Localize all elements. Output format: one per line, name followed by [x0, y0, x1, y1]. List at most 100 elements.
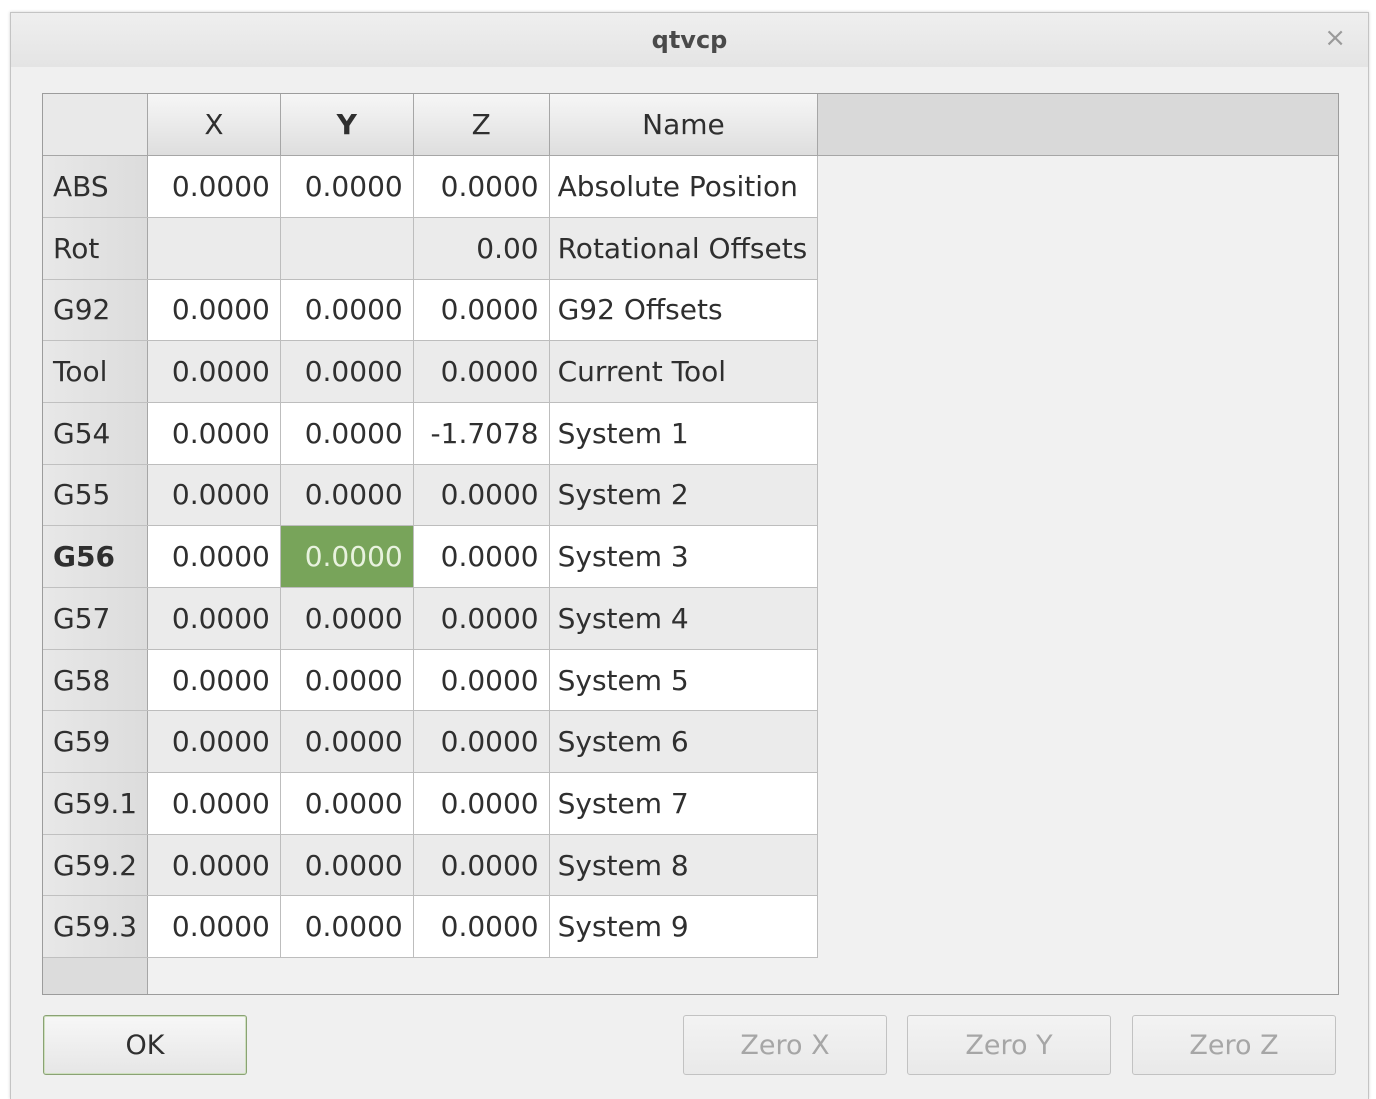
cell-y[interactable]: 0.0000: [280, 772, 414, 835]
cell-x[interactable]: 0.0000: [147, 340, 281, 403]
row-header[interactable]: G59.1: [43, 772, 149, 835]
row-header[interactable]: G55: [43, 464, 149, 527]
column-header-name[interactable]: Name: [549, 94, 819, 157]
cell-y[interactable]: [280, 217, 414, 280]
cell-y[interactable]: 0.0000: [280, 464, 414, 527]
table-row[interactable]: G57 0.0000 0.0000 0.0000 System 4: [43, 587, 1338, 650]
row-filler: [817, 279, 1338, 341]
row-header[interactable]: G58: [43, 649, 149, 712]
table-row[interactable]: G92 0.0000 0.0000 0.0000 G92 Offsets: [43, 279, 1338, 342]
cell-z[interactable]: 0.0000: [413, 525, 550, 588]
header-filler: [817, 94, 1338, 157]
table-row[interactable]: G55 0.0000 0.0000 0.0000 System 2: [43, 464, 1338, 527]
cell-x[interactable]: 0.0000: [147, 772, 281, 835]
cell-z[interactable]: -1.7078: [413, 402, 550, 465]
row-header[interactable]: Tool: [43, 340, 149, 403]
cell-z[interactable]: 0.0000: [413, 834, 550, 897]
row-header[interactable]: G59: [43, 710, 149, 774]
column-header-y[interactable]: Y: [280, 94, 414, 157]
cell-y[interactable]: 0.0000: [280, 340, 414, 403]
cell-x[interactable]: 0.0000: [147, 587, 281, 650]
cell-name[interactable]: System 4: [549, 587, 819, 650]
cell-x[interactable]: [147, 217, 281, 280]
cell-name[interactable]: System 8: [549, 834, 819, 897]
cell-x[interactable]: 0.0000: [147, 834, 281, 897]
row-filler: [817, 340, 1338, 403]
column-header-z[interactable]: Z: [413, 94, 550, 157]
cell-name[interactable]: System 5: [549, 649, 819, 712]
close-icon[interactable]: ×: [1324, 23, 1346, 53]
zero-z-button[interactable]: Zero Z: [1132, 1015, 1336, 1075]
title-bar[interactable]: qtvcp ×: [11, 13, 1368, 67]
cell-name[interactable]: System 6: [549, 710, 819, 774]
cell-y[interactable]: 0.0000: [280, 649, 414, 712]
cell-y[interactable]: 0.0000: [280, 525, 414, 588]
row-header[interactable]: G59.2: [43, 834, 149, 897]
cell-name[interactable]: System 3: [549, 525, 819, 588]
cell-x[interactable]: 0.0000: [147, 402, 281, 465]
cell-y[interactable]: 0.0000: [280, 834, 414, 897]
cell-x[interactable]: 0.0000: [147, 895, 281, 959]
cell-z[interactable]: 0.0000: [413, 649, 550, 712]
cell-name[interactable]: G92 Offsets: [549, 279, 819, 342]
row-header[interactable]: Rot: [43, 217, 149, 280]
window-title: qtvcp: [651, 26, 728, 54]
cell-z[interactable]: 0.0000: [413, 279, 550, 342]
cell-name[interactable]: Current Tool: [549, 340, 819, 403]
row-filler: [817, 402, 1338, 465]
cell-name[interactable]: Rotational Offsets: [549, 217, 819, 280]
cell-name[interactable]: Absolute Position: [549, 155, 819, 218]
table-row[interactable]: G56 0.0000 0.0000 0.0000 System 3: [43, 525, 1338, 588]
cell-name[interactable]: System 2: [549, 464, 819, 527]
cell-z[interactable]: 0.00: [413, 217, 550, 280]
row-header[interactable]: G54: [43, 402, 149, 465]
cell-y[interactable]: 0.0000: [280, 155, 414, 218]
cell-y[interactable]: 0.0000: [280, 710, 414, 774]
row-filler: [817, 464, 1338, 526]
row-header[interactable]: ABS: [43, 155, 149, 218]
table-bottom-spacer: [43, 957, 1338, 994]
cell-y[interactable]: 0.0000: [280, 587, 414, 650]
table-row[interactable]: G59 0.0000 0.0000 0.0000 System 6: [43, 710, 1338, 774]
cell-z[interactable]: 0.0000: [413, 340, 550, 403]
cell-z[interactable]: 0.0000: [413, 710, 550, 774]
cell-x[interactable]: 0.0000: [147, 155, 281, 218]
cell-z[interactable]: 0.0000: [413, 587, 550, 650]
table-row[interactable]: ABS 0.0000 0.0000 0.0000 Absolute Position: [43, 155, 1338, 218]
cell-z[interactable]: 0.0000: [413, 772, 550, 835]
table-row[interactable]: G59.1 0.0000 0.0000 0.0000 System 7: [43, 772, 1338, 835]
cell-z[interactable]: 0.0000: [413, 155, 550, 218]
column-header-x[interactable]: X: [147, 94, 281, 157]
cell-x[interactable]: 0.0000: [147, 710, 281, 774]
table-row[interactable]: Tool 0.0000 0.0000 0.0000 Current Tool: [43, 340, 1338, 403]
row-filler: [817, 834, 1338, 896]
cell-x[interactable]: 0.0000: [147, 649, 281, 712]
row-header[interactable]: G57: [43, 587, 149, 650]
row-header[interactable]: G92: [43, 279, 149, 342]
table-row[interactable]: Rot 0.00 Rotational Offsets: [43, 217, 1338, 280]
corner-header[interactable]: [43, 94, 149, 157]
row-header[interactable]: G56: [43, 525, 149, 588]
cell-y[interactable]: 0.0000: [280, 279, 414, 342]
zero-y-button[interactable]: Zero Y: [907, 1015, 1111, 1075]
table-row[interactable]: G59.3 0.0000 0.0000 0.0000 System 9: [43, 895, 1338, 959]
table-row[interactable]: G58 0.0000 0.0000 0.0000 System 5: [43, 649, 1338, 712]
row-header[interactable]: G59.3: [43, 895, 149, 959]
offsets-table: X Y Z Name ABS 0.0000 0.0000 0.0000 Absolute…: [42, 93, 1339, 995]
zero-x-button[interactable]: Zero X: [683, 1015, 887, 1075]
cell-x[interactable]: 0.0000: [147, 279, 281, 342]
cell-z[interactable]: 0.0000: [413, 895, 550, 959]
table-row[interactable]: G54 0.0000 0.0000 -1.7078 System 1: [43, 402, 1338, 465]
row-filler: [817, 155, 1338, 218]
row-filler: [817, 710, 1338, 773]
ok-button[interactable]: OK: [43, 1015, 247, 1075]
cell-z[interactable]: 0.0000: [413, 464, 550, 527]
cell-y[interactable]: 0.0000: [280, 402, 414, 465]
cell-y[interactable]: 0.0000: [280, 895, 414, 959]
cell-name[interactable]: System 1: [549, 402, 819, 465]
table-row[interactable]: G59.2 0.0000 0.0000 0.0000 System 8: [43, 834, 1338, 897]
cell-name[interactable]: System 9: [549, 895, 819, 959]
cell-x[interactable]: 0.0000: [147, 464, 281, 527]
cell-name[interactable]: System 7: [549, 772, 819, 835]
cell-x[interactable]: 0.0000: [147, 525, 281, 588]
